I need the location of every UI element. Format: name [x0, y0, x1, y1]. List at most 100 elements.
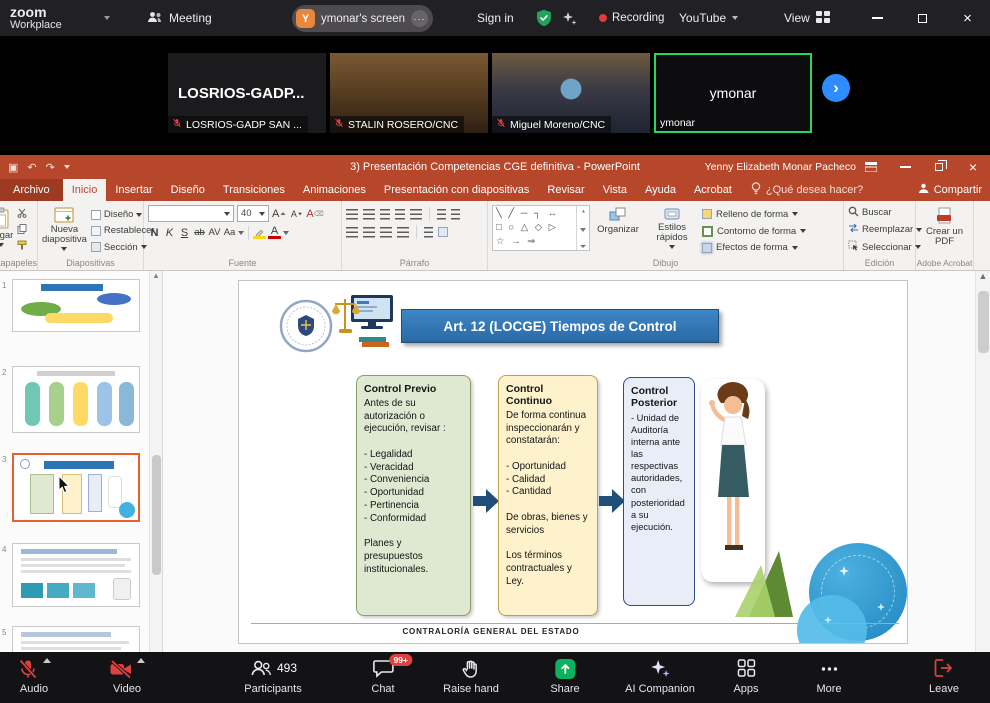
tab-insertar[interactable]: Insertar	[106, 179, 161, 201]
thumbnail-scrollbar[interactable]: ▲	[149, 271, 162, 652]
justify-button[interactable]	[397, 227, 409, 238]
audio-options-chevron-icon[interactable]	[43, 658, 51, 663]
tab-archivo[interactable]: Archivo	[0, 179, 63, 201]
slide-thumbnail-5[interactable]	[12, 626, 140, 652]
shape-outline-button[interactable]: Contorno de forma	[702, 224, 820, 239]
grow-font-button[interactable]: A	[272, 206, 287, 221]
tab-meeting[interactable]: Meeting	[147, 0, 212, 36]
gallery-more-icon[interactable]	[580, 245, 586, 248]
scrollbar-thumb[interactable]	[152, 455, 161, 575]
participants-control[interactable]: 493 Participants	[244, 658, 301, 695]
share-control[interactable]: Share	[550, 658, 579, 695]
format-painter-icon[interactable]	[17, 240, 27, 253]
audio-control[interactable]: Audio	[17, 658, 51, 695]
ppt-minimize-button[interactable]	[888, 155, 922, 179]
character-spacing-button[interactable]: AV	[208, 225, 221, 240]
highlight-color-button[interactable]	[253, 226, 266, 239]
participant-tile-ymonar-active[interactable]: ymonar ymonar	[654, 53, 812, 133]
brand-dropdown-chevron-icon[interactable]	[104, 0, 110, 36]
decrease-indent-button[interactable]	[380, 209, 390, 220]
tell-me-search[interactable]: ¿Qué desea hacer?	[741, 179, 873, 201]
slide-thumbnail-1[interactable]	[12, 279, 140, 332]
more-control[interactable]: More	[816, 658, 841, 695]
numbering-button[interactable]	[363, 209, 375, 220]
participant-tile-miguel[interactable]: Miguel Moreno/CNC	[492, 53, 650, 133]
tab-revisar[interactable]: Revisar	[538, 179, 593, 201]
scroll-up-icon[interactable]: ▲	[152, 271, 160, 280]
security-shield-icon[interactable]	[536, 0, 552, 36]
apps-control[interactable]: Apps	[733, 658, 758, 695]
shapes-gallery[interactable]: ╲ ╱ ─ ┐ ↔ □ ○ △ ◇ ▷ ☆ → ⇒ ▲	[492, 205, 590, 251]
tab-inicio[interactable]: Inicio	[63, 179, 107, 201]
view-button[interactable]: View	[784, 0, 830, 36]
shapes-scroll[interactable]: ▲	[576, 206, 589, 250]
tab-presentacion[interactable]: Presentación con diapositivas	[375, 179, 539, 201]
replace-button[interactable]: Reemplazar	[848, 222, 911, 237]
window-maximize-button[interactable]	[900, 0, 945, 36]
gallery-next-button[interactable]: ›	[822, 74, 850, 102]
slide-thumbnail-3-selected[interactable]	[12, 453, 140, 522]
tab-vista[interactable]: Vista	[594, 179, 636, 201]
font-size-combo[interactable]: 40	[237, 205, 269, 222]
participant-tile-stalin[interactable]: STALIN ROSERO/CNC	[330, 53, 488, 133]
slide-canvas[interactable]: Art. 12 (LOCGE) Tiempos de Control Contr…	[238, 280, 908, 644]
sparkle-icon[interactable]	[562, 0, 577, 36]
ppt-close-button[interactable]: ×	[956, 155, 990, 179]
clear-formatting-button[interactable]: A⌫	[306, 206, 323, 221]
video-options-chevron-icon[interactable]	[137, 658, 145, 663]
scroll-up-icon[interactable]: ▲	[979, 271, 988, 281]
tab-transiciones[interactable]: Transiciones	[214, 179, 294, 201]
shape-effects-button[interactable]: Efectos de forma	[702, 240, 820, 255]
font-name-combo[interactable]	[148, 205, 234, 222]
ribbon-display-options-button[interactable]	[854, 155, 888, 179]
text-direction-button[interactable]	[437, 209, 446, 220]
scroll-down-icon[interactable]	[580, 228, 586, 232]
italic-button[interactable]: K	[163, 225, 176, 240]
control-posterior-box[interactable]: Control Posterior - Unidad de Auditoría …	[623, 377, 695, 606]
bullets-button[interactable]	[346, 209, 358, 220]
line-spacing-button[interactable]	[410, 209, 422, 220]
leave-control[interactable]: Leave	[929, 658, 959, 695]
underline-button[interactable]: S	[178, 225, 191, 240]
raise-hand-control[interactable]: Raise hand	[443, 658, 499, 695]
shared-screen-pill[interactable]: Y ymonar's screen ···	[292, 5, 433, 32]
slide-thumbnail-2[interactable]	[12, 366, 140, 433]
tab-animaciones[interactable]: Animaciones	[294, 179, 375, 201]
tab-diseno[interactable]: Diseño	[162, 179, 214, 201]
quick-styles-button[interactable]: Estilos rápidos	[646, 205, 698, 255]
control-previo-box[interactable]: Control Previo Antes de su autorización …	[356, 375, 471, 616]
create-pdf-button[interactable]: Crear un PDF	[920, 205, 969, 255]
smartart-button[interactable]	[438, 227, 448, 237]
copy-icon[interactable]	[17, 224, 27, 237]
columns-button[interactable]	[424, 227, 433, 238]
scroll-up-icon[interactable]: ▲	[581, 209, 586, 214]
increase-indent-button[interactable]	[395, 209, 405, 220]
tab-acrobat[interactable]: Acrobat	[685, 179, 741, 201]
change-case-button[interactable]: Aa	[223, 225, 236, 240]
window-minimize-button[interactable]	[855, 0, 900, 36]
align-left-button[interactable]	[346, 227, 358, 238]
align-right-button[interactable]	[380, 227, 392, 238]
slide-thumbnail-4[interactable]	[12, 543, 140, 607]
sign-in-button[interactable]: Sign in	[477, 0, 514, 36]
align-text-button[interactable]	[451, 209, 460, 220]
shrink-font-button[interactable]: A	[290, 206, 303, 221]
shape-fill-button[interactable]: Relleno de forma	[702, 207, 820, 222]
arrange-button[interactable]: Organizar	[594, 205, 642, 255]
participant-tile-losrios[interactable]: LOSRIOS-GADP... LOSRIOS-GADP SAN ...	[168, 53, 326, 133]
control-continuo-box[interactable]: Control Continuo De forma continua inspe…	[498, 375, 598, 616]
slide-title-banner[interactable]: Art. 12 (LOCGE) Tiempos de Control	[401, 309, 719, 343]
youtube-menu[interactable]: YouTube	[679, 0, 738, 36]
ppt-account-name[interactable]: Yenny Elizabeth Monar Pacheco	[705, 155, 856, 179]
new-slide-button[interactable]: Nueva diapositiva	[42, 205, 87, 255]
pill-more-icon[interactable]: ···	[411, 10, 428, 27]
tab-ayuda[interactable]: Ayuda	[636, 179, 685, 201]
strikethrough-button[interactable]: ab	[193, 225, 206, 240]
chat-control[interactable]: 99+ Chat	[371, 658, 394, 695]
cut-icon[interactable]	[17, 208, 27, 221]
find-button[interactable]: Buscar	[848, 205, 911, 220]
font-color-button[interactable]: A	[268, 226, 281, 239]
align-center-button[interactable]	[363, 227, 375, 238]
bold-button[interactable]: N	[148, 225, 161, 240]
ai-companion-control[interactable]: AI Companion	[625, 658, 695, 695]
